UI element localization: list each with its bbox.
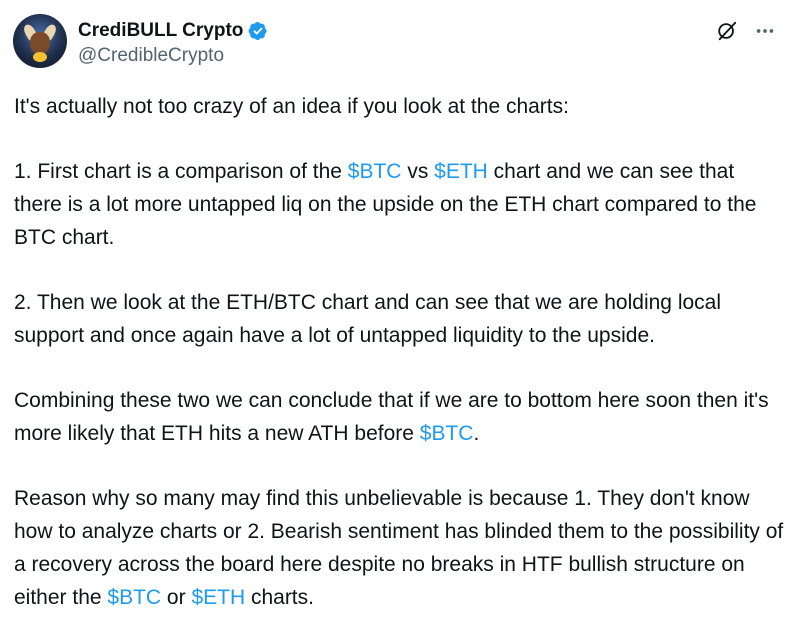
cashtag-btc[interactable]: $BTC (348, 160, 402, 183)
tweet: CrediBULL Crypto @CredibleCrypto It's ac… (0, 0, 792, 641)
tweet-text: It's actually not too crazy of an idea i… (14, 90, 784, 614)
cashtag-eth[interactable]: $ETH (191, 586, 245, 609)
tweet-paragraph-1: It's actually not too crazy of an idea i… (14, 95, 569, 118)
tweet-paragraph-2: 1. First chart is a comparison of the $B… (14, 155, 784, 254)
verified-badge-icon (248, 22, 267, 40)
avatar-coin (33, 52, 47, 62)
more-options-icon[interactable] (754, 20, 776, 42)
avatar[interactable] (13, 14, 67, 68)
cashtag-btc[interactable]: $BTC (107, 586, 161, 609)
avatar-face (30, 32, 50, 54)
text-segment: 1. First chart is a comparison of the (14, 160, 348, 183)
tweet-paragraph-5: Reason why so many may find this unbelie… (14, 482, 784, 614)
author-display-name[interactable]: CrediBULL Crypto (78, 19, 243, 43)
grok-icon[interactable] (716, 20, 738, 42)
text-segment: charts. (245, 586, 314, 609)
text-segment: or (161, 586, 192, 609)
name-row: CrediBULL Crypto (78, 19, 268, 43)
author-handle[interactable]: @CredibleCrypto (78, 44, 268, 68)
text-segment: . (473, 422, 480, 445)
tweet-header: CrediBULL Crypto @CredibleCrypto (13, 14, 268, 68)
cashtag-btc[interactable]: $BTC (420, 422, 474, 445)
author-info: CrediBULL Crypto @CredibleCrypto (78, 19, 268, 68)
text-segment: vs (401, 160, 435, 183)
tweet-paragraph-4: Combining these two we can conclude that… (14, 384, 784, 450)
tweet-paragraph-3: 2. Then we look at the ETH/BTC chart and… (14, 291, 722, 347)
tweet-actions-top (716, 20, 776, 42)
text-segment: Combining these two we can conclude that… (14, 389, 769, 445)
cashtag-eth[interactable]: $ETH (434, 160, 488, 183)
